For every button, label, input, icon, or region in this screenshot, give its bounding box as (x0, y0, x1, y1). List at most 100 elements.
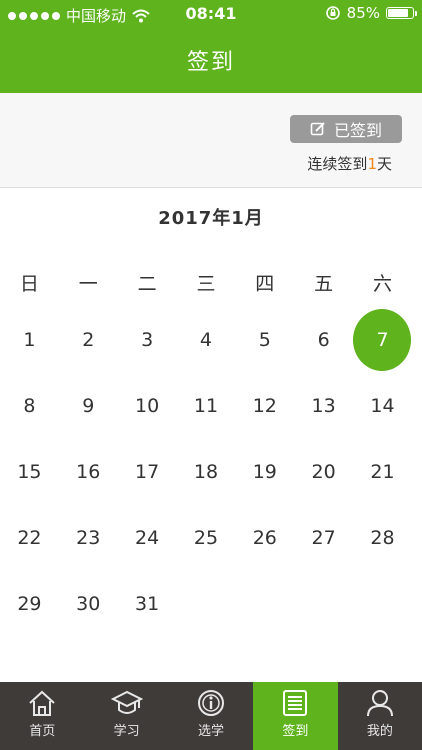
tab-home-label: 首页 (29, 724, 56, 739)
battery-fill (388, 9, 409, 17)
calendar-day[interactable]: 13 (294, 386, 353, 426)
calendar-day[interactable]: 19 (235, 452, 294, 492)
streak-text: 连续签到1天 (307, 153, 392, 174)
calendar-week: 1 2 3 4 5 6 7 (0, 309, 412, 371)
calendar-day[interactable]: 21 (353, 452, 412, 492)
home-icon (29, 690, 55, 716)
calendar-day[interactable]: 5 (235, 320, 294, 360)
user-icon (366, 690, 393, 717)
calendar-day[interactable]: 2 (59, 320, 118, 360)
calendar-day[interactable]: 20 (294, 452, 353, 492)
calendar-day[interactable]: 10 (118, 386, 177, 426)
calendar-day-label: 5 (258, 329, 271, 351)
calendar-day[interactable]: 16 (59, 452, 118, 492)
calendar-day-label: 6 (317, 329, 330, 351)
tab-study-label: 学习 (113, 724, 140, 739)
calendar-month-label: 2017年1月 (158, 208, 264, 229)
calendar-day-label: 19 (252, 461, 277, 483)
calendar-day-label: 30 (76, 593, 101, 615)
weekday-tue: 二 (137, 272, 157, 295)
calendar-day-label: 25 (193, 527, 219, 549)
calendar-day-label: 22 (17, 527, 42, 549)
calendar-day-label: 14 (370, 395, 395, 417)
status-bar: 中国移动 08:41 85% (0, 0, 422, 28)
weekday-fri: 五 (314, 272, 334, 295)
calendar-day[interactable]: 27 (294, 518, 353, 558)
calendar-day[interactable]: 3 (118, 320, 177, 360)
weekday-sat: 六 (372, 272, 392, 295)
calendar-day[interactable]: 11 (177, 386, 236, 426)
calendar-day[interactable]: 15 (0, 452, 59, 492)
calendar-day-label: 4 (199, 329, 212, 351)
streak-days: 1 (367, 155, 377, 173)
tab-mine-label: 我的 (366, 724, 393, 739)
calendar-day-label: 26 (252, 527, 277, 549)
calendar-day[interactable]: 23 (59, 518, 118, 558)
calendar-day-label: 13 (311, 395, 336, 417)
calendar-day-label: 24 (135, 527, 160, 549)
calendar-day-label: 11 (193, 395, 219, 417)
weekday-sun: 日 (19, 272, 39, 295)
calendar-day-label: 8 (23, 395, 36, 417)
calendar-day[interactable]: 24 (118, 518, 177, 558)
calendar-day[interactable]: 28 (353, 518, 412, 558)
calendar-day[interactable]: 4 (177, 320, 236, 360)
battery-icon (386, 7, 417, 19)
calendar-day-label: 2 (82, 329, 95, 351)
signed-button-label: 已签到 (333, 121, 382, 140)
tab-elective-label: 选学 (198, 724, 225, 739)
calendar-week: 15 16 17 18 19 20 21 (0, 452, 412, 492)
calendar-day-label: 10 (135, 395, 160, 417)
header: 中国移动 08:41 85% 签到 (0, 0, 422, 93)
calendar-day[interactable]: 14 (353, 386, 412, 426)
calendar-day-label: 18 (193, 461, 219, 483)
calendar-day[interactable]: 30 (59, 584, 118, 624)
edit-icon (310, 122, 325, 136)
calendar-day-label: 29 (17, 593, 42, 615)
streak-prefix: 连续签到 (307, 155, 368, 173)
calendar-day[interactable]: 12 (235, 386, 294, 426)
calendar-empty-day (353, 584, 412, 624)
calendar-day-label: 3 (141, 329, 154, 351)
calendar-day[interactable]: 25 (177, 518, 236, 558)
weekday-mon: 一 (78, 272, 98, 295)
weekday-thu: 四 (255, 272, 275, 295)
calendar-day[interactable]: 8 (0, 386, 59, 426)
calendar-week: 22 23 24 25 26 27 28 (0, 518, 412, 558)
calendar-day-label: 12 (252, 395, 277, 417)
tab-signin-label: 签到 (282, 724, 309, 739)
calendar-day[interactable]: 31 (118, 584, 177, 624)
tab-elective[interactable]: 选学 (169, 682, 253, 750)
calendar-day[interactable]: 18 (177, 452, 236, 492)
tab-study[interactable]: 学习 (84, 682, 168, 750)
tab-home[interactable]: 首页 (0, 682, 84, 750)
calendar-day-label: 1 (23, 329, 36, 351)
signed-button[interactable]: 已签到 (290, 115, 402, 143)
battery-label: 85% (346, 4, 380, 22)
calendar-day-today[interactable]: 7 (353, 309, 412, 371)
calendar-day[interactable]: 22 (0, 518, 59, 558)
page-title: 签到 (186, 50, 235, 75)
calendar-empty-day (294, 584, 353, 624)
weekday-header: 日 一 二 三 四 五 六 (0, 262, 412, 302)
calendar-day[interactable]: 9 (59, 386, 118, 426)
weekday-wed: 三 (196, 272, 216, 295)
calendar-week: 8 9 10 11 12 13 14 (0, 386, 412, 426)
calendar-empty-day (177, 584, 236, 624)
calendar-day[interactable]: 1 (0, 320, 59, 360)
calendar-day[interactable]: 6 (294, 320, 353, 360)
calendar-day-label: 17 (135, 461, 160, 483)
calendar-day[interactable]: 29 (0, 584, 59, 624)
tab-bar: 首页 学习 选学 签到 我的 (0, 682, 422, 750)
calendar-day-label: 31 (135, 593, 160, 615)
tab-signin[interactable]: 签到 (253, 682, 338, 750)
tab-mine[interactable]: 我的 (338, 682, 422, 750)
calendar-day-label: 23 (76, 527, 101, 549)
calendar-day[interactable]: 26 (235, 518, 294, 558)
calendar-day-label: 9 (82, 395, 95, 417)
calendar-day-label: 28 (370, 527, 395, 549)
calendar-day-label: 16 (76, 461, 101, 483)
status-right: 85% (325, 4, 417, 22)
calendar-day[interactable]: 17 (118, 452, 177, 492)
list-icon (283, 690, 308, 716)
